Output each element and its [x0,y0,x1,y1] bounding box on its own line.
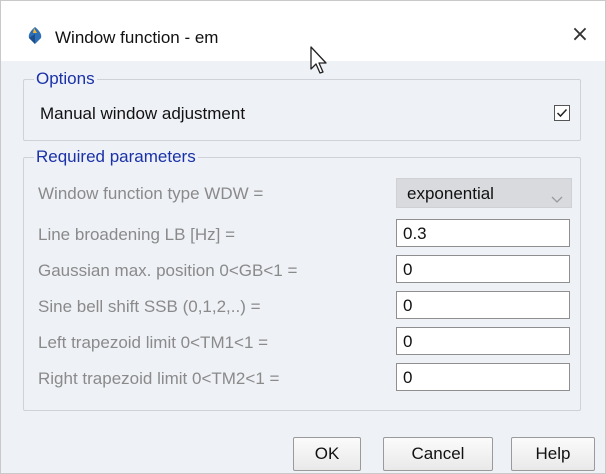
mouse-cursor-icon [309,45,331,77]
cancel-button[interactable]: Cancel [383,437,493,471]
ok-button[interactable]: OK [293,437,361,471]
gb-input[interactable]: 0 [396,255,570,283]
param-row-ssb: Sine bell shift SSB (0,1,2,..) = 0 [38,291,572,321]
param-row-wdw: Window function type WDW = exponential [38,178,572,208]
manual-adjustment-label: Manual window adjustment [40,104,246,123]
check-icon [556,108,568,118]
ssb-label: Sine bell shift SSB (0,1,2,..) = [38,297,261,316]
chevron-down-icon [551,189,563,209]
wdw-label: Window function type WDW = [38,184,264,203]
param-row-lb: Line broadening LB [Hz] = 0.3 [38,219,572,249]
help-button[interactable]: Help [511,437,595,471]
param-row-gb: Gaussian max. position 0<GB<1 = 0 [38,255,572,285]
tm1-input[interactable]: 0 [396,327,570,355]
manual-adjustment-checkbox[interactable] [554,105,570,121]
options-group: Options Manual window adjustment [23,69,581,141]
wdw-select[interactable]: exponential [396,178,572,208]
tm1-label: Left trapezoid limit 0<TM1<1 = [38,333,269,352]
lb-label: Line broadening LB [Hz] = [38,225,236,244]
dialog-window: Window function - em × Options Manual wi… [0,0,606,474]
options-group-title: Options [34,69,97,89]
required-parameters-group: Required parameters Window function type… [23,147,581,411]
required-group-title: Required parameters [34,147,198,167]
app-icon [25,26,45,46]
wdw-selected-value: exponential [407,184,494,203]
lb-input[interactable]: 0.3 [396,219,570,247]
ssb-input[interactable]: 0 [396,291,570,319]
close-button[interactable]: × [555,15,605,55]
tm2-input[interactable]: 0 [396,363,570,391]
param-row-tm1: Left trapezoid limit 0<TM1<1 = 0 [38,327,572,357]
tm2-label: Right trapezoid limit 0<TM2<1 = [38,369,280,388]
window-title: Window function - em [55,28,219,47]
title-bar[interactable]: Window function - em × [1,1,605,61]
gb-label: Gaussian max. position 0<GB<1 = [38,261,298,280]
param-row-tm2: Right trapezoid limit 0<TM2<1 = 0 [38,363,572,393]
